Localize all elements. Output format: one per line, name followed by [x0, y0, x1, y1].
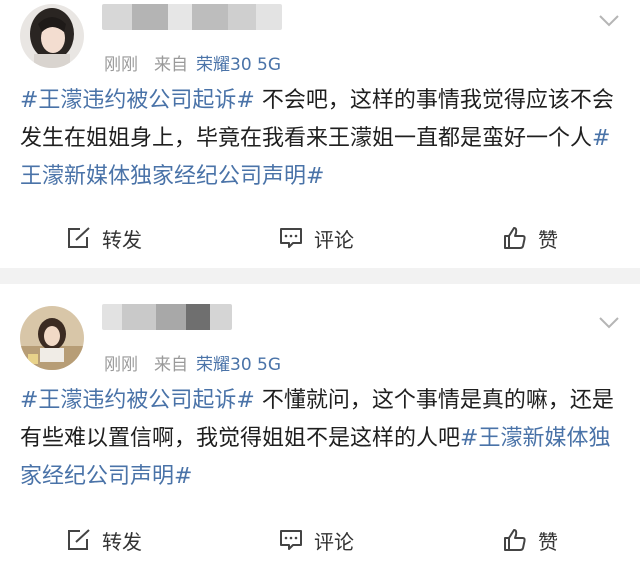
device-link[interactable]: 荣耀30 5G: [196, 55, 281, 75]
post-meta: 刚刚 来自 荣耀30 5G: [104, 350, 281, 375]
repost-button[interactable]: 转发: [66, 218, 142, 258]
repost-label: 转发: [102, 227, 142, 252]
repost-icon: [68, 227, 90, 248]
avatar[interactable]: [20, 306, 84, 370]
like-icon: [504, 227, 526, 249]
comment-button[interactable]: 评论: [278, 520, 354, 560]
avatar[interactable]: [20, 4, 84, 68]
chevron-down-icon[interactable]: [598, 14, 620, 28]
post-separator: [0, 268, 640, 284]
post-time: 刚刚: [104, 355, 138, 375]
like-label: 赞: [538, 227, 558, 252]
comment-label: 评论: [314, 227, 354, 252]
comment-icon: [280, 530, 302, 550]
hashtag-link[interactable]: #王濛违约被公司起诉#: [20, 88, 255, 113]
post-meta: 刚刚 来自 荣耀30 5G: [104, 50, 281, 75]
comment-button[interactable]: 评论: [278, 218, 354, 258]
source-prefix: 来自: [154, 55, 188, 75]
weibo-post: 刚刚 来自 荣耀30 5G #王濛违约被公司起诉# 不懂就问，这个事情是真的嘛，还是…: [0, 284, 640, 568]
repost-icon: [68, 529, 90, 550]
post-content: #王濛违约被公司起诉# 不会吧，这样的事情我觉得应该不会发生在姐姐身上，毕竟在我…: [20, 82, 626, 196]
comment-icon: [280, 228, 302, 248]
like-button[interactable]: 赞: [502, 520, 558, 560]
source-prefix: 来自: [154, 355, 188, 375]
like-label: 赞: [538, 529, 558, 554]
comment-label: 评论: [314, 529, 354, 554]
action-bar: 转发 评论 赞: [0, 218, 640, 258]
like-button[interactable]: 赞: [502, 218, 558, 258]
action-bar: 转发 评论 赞: [0, 520, 640, 560]
repost-button[interactable]: 转发: [66, 520, 142, 560]
username-redacted[interactable]: [102, 4, 282, 30]
post-content: #王濛违约被公司起诉# 不懂就问，这个事情是真的嘛，还是有些难以置信啊，我觉得姐…: [20, 382, 626, 496]
chevron-down-icon[interactable]: [598, 316, 620, 330]
post-time: 刚刚: [104, 55, 138, 75]
repost-label: 转发: [102, 529, 142, 554]
hashtag-link[interactable]: #王濛违约被公司起诉#: [20, 388, 255, 413]
username-redacted[interactable]: [102, 304, 232, 330]
weibo-post: 刚刚 来自 荣耀30 5G #王濛违约被公司起诉# 不会吧，这样的事情我觉得应该不会…: [0, 0, 640, 268]
like-icon: [504, 529, 526, 551]
device-link[interactable]: 荣耀30 5G: [196, 355, 281, 375]
